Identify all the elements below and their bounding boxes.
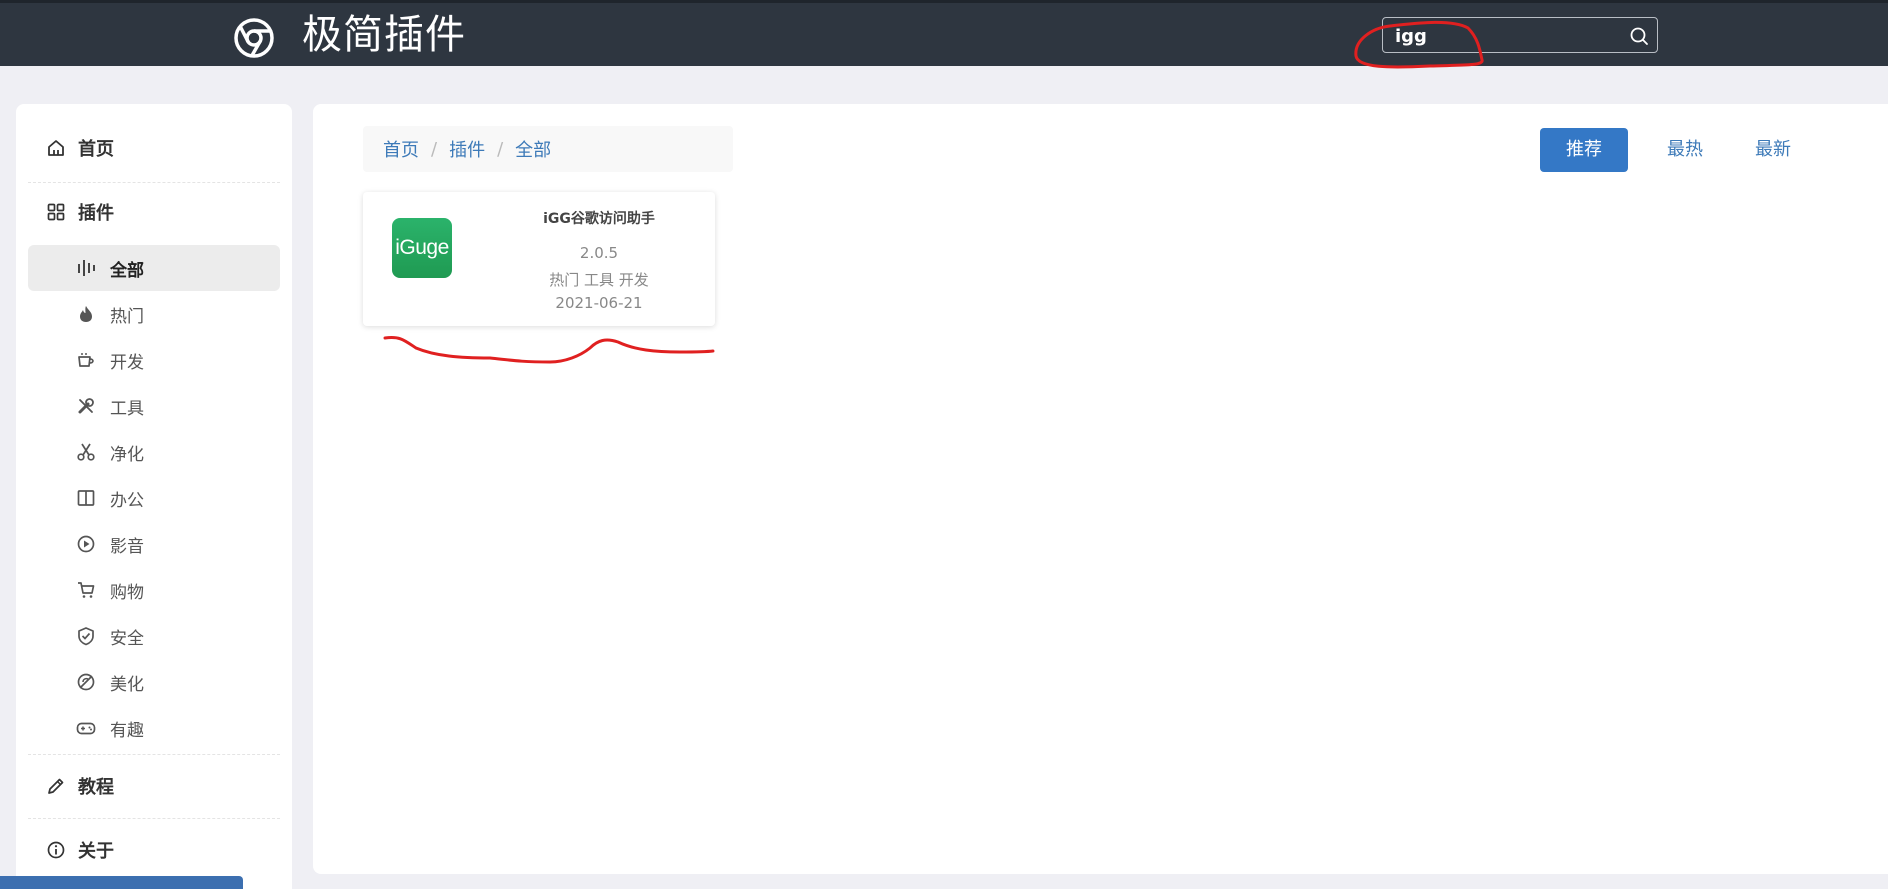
sidebar-item-label: 全部 — [110, 260, 144, 281]
chrome-icon[interactable] — [232, 16, 276, 60]
play-icon — [77, 535, 95, 553]
sidebar-item-label: 净化 — [110, 444, 144, 465]
book-icon — [77, 490, 95, 506]
sidebar-item-security[interactable]: 安全 — [28, 613, 280, 659]
breadcrumb-all[interactable]: 全部 — [515, 136, 551, 162]
palette-icon — [77, 673, 95, 691]
header-topline — [0, 0, 1888, 3]
sidebar-item-hot[interactable]: 热门 — [28, 291, 280, 337]
sidebar-item-about[interactable]: 关于 — [28, 818, 280, 882]
sidebar-item-label: 有趣 — [110, 720, 144, 741]
sidebar-item-label: 首页 — [78, 139, 114, 160]
site-title[interactable]: 极简插件 — [302, 10, 466, 60]
breadcrumb-plugins[interactable]: 插件 — [449, 136, 485, 162]
sidebar-item-label: 美化 — [110, 674, 144, 695]
shield-icon — [78, 627, 94, 646]
breadcrumb: 首页 / 插件 / 全部 — [363, 126, 733, 172]
sidebar-item-label: 教程 — [78, 777, 114, 798]
sidebar-item-theme[interactable]: 美化 — [28, 659, 280, 705]
sidebar-item-office[interactable]: 办公 — [28, 475, 280, 521]
scissors-icon — [77, 443, 95, 461]
sidebar-item-home[interactable]: 首页 — [28, 116, 280, 180]
status-url-bar — [0, 876, 243, 889]
sidebar-item-shopping[interactable]: 购物 — [28, 567, 280, 613]
plugin-logo[interactable]: iGuge — [392, 218, 452, 278]
breadcrumb-home[interactable]: 首页 — [383, 136, 419, 162]
sidebar-item-label: 关于 — [78, 841, 114, 862]
sidebar-item-label: 工具 — [110, 398, 144, 419]
sidebar-item-plugins[interactable]: 插件 — [28, 180, 280, 244]
cup-icon — [78, 353, 94, 367]
home-icon — [48, 140, 64, 156]
sidebar-item-tools[interactable]: 工具 — [28, 383, 280, 429]
info-icon — [47, 841, 65, 859]
sidebar-item-label: 购物 — [110, 582, 144, 603]
sidebar-item-all[interactable]: 全部 — [28, 245, 280, 291]
sidebar-item-clean[interactable]: 净化 — [28, 429, 280, 475]
sidebar-item-label: 开发 — [110, 352, 144, 373]
grid-icon — [47, 203, 65, 221]
plugin-date: 2021-06-21 — [555, 294, 643, 312]
fire-icon — [80, 306, 92, 322]
gamepad-icon — [76, 722, 96, 735]
search-icon[interactable] — [1629, 26, 1649, 46]
cart-icon — [78, 582, 95, 598]
sidebar-item-label: 热门 — [110, 306, 144, 327]
sidebar-item-label: 插件 — [78, 203, 114, 224]
breadcrumb-separator: / — [431, 138, 438, 160]
sidebar-item-label: 安全 — [110, 628, 144, 649]
plugin-version: 2.0.5 — [579, 244, 619, 262]
sort-recommended-button[interactable]: 推荐 — [1540, 128, 1628, 172]
annotation-circle — [1354, 20, 1484, 69]
sidebar-item-label: 办公 — [110, 490, 144, 511]
bars-icon — [78, 260, 95, 276]
sort-hottest-button[interactable]: 最热 — [1643, 128, 1727, 172]
plugin-name[interactable]: iGG谷歌访问助手 — [483, 208, 715, 228]
sidebar-item-label: 影音 — [110, 536, 144, 557]
sidebar: 首页 插件 全部 热门 开发 工具 净化 办公 影音 购物 安全 美化 有趣 教… — [16, 104, 292, 889]
pencil-icon — [48, 778, 64, 794]
tools-icon — [78, 398, 94, 414]
annotation-underline — [383, 336, 715, 364]
sidebar-item-dev[interactable]: 开发 — [28, 337, 280, 383]
sidebar-item-fun[interactable]: 有趣 — [28, 705, 280, 751]
sort-newest-button[interactable]: 最新 — [1731, 128, 1815, 172]
sidebar-item-tutorial[interactable]: 教程 — [28, 754, 280, 818]
top-header: 极简插件 — [0, 0, 1888, 66]
plugin-card[interactable]: iGuge iGG谷歌访问助手 2.0.5 热门 工具 开发 2021-06-2… — [363, 192, 715, 326]
breadcrumb-separator: / — [497, 138, 504, 160]
sidebar-item-media[interactable]: 影音 — [28, 521, 280, 567]
plugin-tags: 热门 工具 开发 — [549, 271, 649, 289]
main-content: 首页 / 插件 / 全部 推荐 最热 最新 iGuge iGG谷歌访问助手 2.… — [313, 104, 1888, 874]
